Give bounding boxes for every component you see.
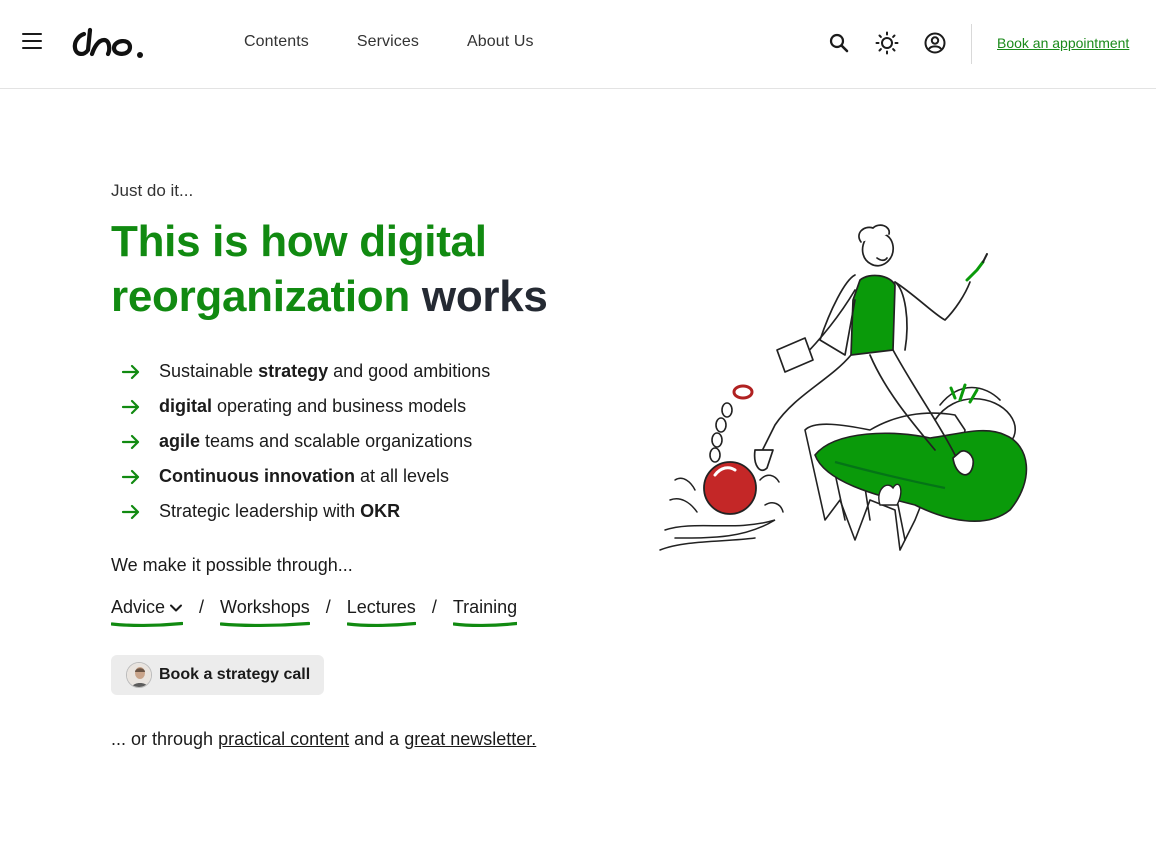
header-divider <box>971 24 972 64</box>
headline-green-word: reorganization <box>111 272 410 321</box>
list-item: agile teams and scalable organizations <box>121 424 490 459</box>
sun-icon[interactable] <box>875 31 899 55</box>
nav-about-us[interactable]: About Us <box>467 33 534 51</box>
menu-icon[interactable] <box>22 33 42 53</box>
arrow-right-icon <box>121 504 140 519</box>
newsletter-link[interactable]: great newsletter. <box>404 729 536 749</box>
book-strategy-call-button[interactable]: Book a strategy call <box>111 655 324 695</box>
separator: / <box>431 597 437 617</box>
brush-underline <box>111 621 184 628</box>
chevron-down-icon <box>170 604 183 612</box>
service-lectures[interactable]: Lectures <box>346 597 416 628</box>
search-icon[interactable] <box>827 31 851 55</box>
service-training[interactable]: Training <box>452 597 518 628</box>
list-item: Continuous innovation at all levels <box>121 459 490 494</box>
service-advice[interactable]: Advice <box>111 597 184 628</box>
hero-illustration <box>659 224 1028 551</box>
practical-content-link[interactable]: practical content <box>218 729 349 749</box>
nav-services[interactable]: Services <box>357 33 419 51</box>
feature-text: digital operating and business models <box>159 396 467 416</box>
service-workshops[interactable]: Workshops <box>220 597 310 628</box>
brush-underline <box>346 621 416 628</box>
feature-text: Continuous innovation at all levels <box>159 466 450 486</box>
make-possible-text: We make it possible through... <box>111 555 353 575</box>
account-icon[interactable] <box>923 31 947 55</box>
logo[interactable] <box>70 26 150 62</box>
feature-text: Sustainable strategy and good ambitions <box>159 361 491 381</box>
list-item: Sustainable strategy and good ambitions <box>121 354 490 389</box>
nav-contents[interactable]: Contents <box>244 33 309 51</box>
site-header: Contents Services About Us Book an appoi… <box>0 0 1156 89</box>
arrow-right-icon <box>121 434 140 449</box>
headline-dark-word: works <box>421 272 548 321</box>
hero-eyebrow: Just do it... <box>111 181 194 200</box>
arrow-right-icon <box>121 399 140 414</box>
book-strategy-call-label: Book a strategy call <box>159 666 311 683</box>
feature-text: agile teams and scalable organizations <box>159 431 473 451</box>
content-newsletter-line: ... or through practical content and a g… <box>111 729 537 749</box>
feature-list: Sustainable strategy and good ambitions … <box>121 354 490 529</box>
separator: / <box>199 597 205 617</box>
main-nav: Contents Services About Us <box>244 33 534 51</box>
arrow-right-icon <box>121 469 140 484</box>
list-item: digital operating and business models <box>121 389 490 424</box>
headline-line1: This is how digital <box>111 217 487 266</box>
separator: / <box>325 597 331 617</box>
book-appointment-link[interactable]: Book an appointment <box>997 35 1129 51</box>
brush-underline <box>220 621 310 628</box>
list-item: Strategic leadership with OKR <box>121 494 490 529</box>
avatar <box>126 662 152 688</box>
services-links: Advice / Workshops / Lectures / Training <box>111 597 518 628</box>
arrow-right-icon <box>121 364 140 379</box>
feature-text: Strategic leadership with OKR <box>159 501 401 521</box>
hero-headline: This is how digital reorganization works <box>111 214 631 324</box>
brush-underline <box>452 621 518 628</box>
